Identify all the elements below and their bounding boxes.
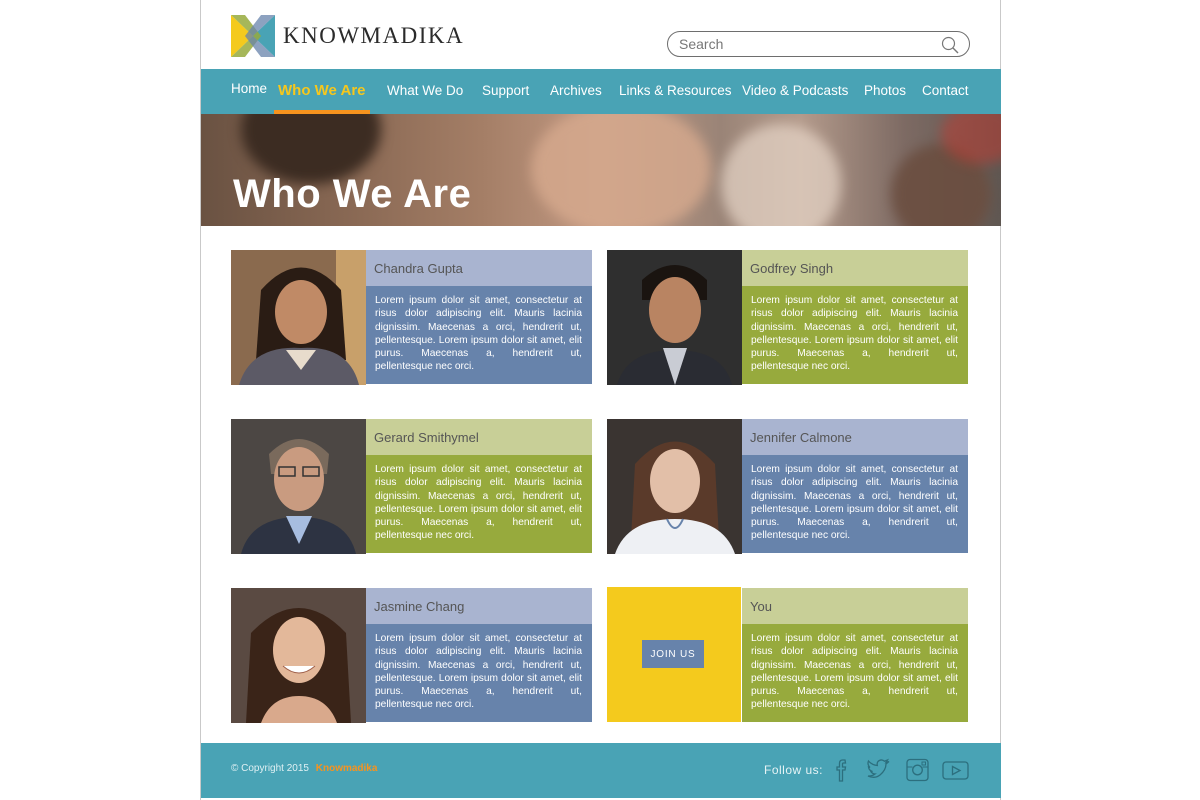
search-box xyxy=(667,31,970,57)
member-name: Jennifer Calmone xyxy=(742,419,968,455)
follow-label: Follow us: xyxy=(764,763,824,777)
nav-home[interactable]: Home xyxy=(231,67,267,112)
member-card: Jennifer Calmone Lorem ipsum dolor sit a… xyxy=(607,419,969,554)
footer: © Copyright 2015 Knowmadika Follow us: xyxy=(201,743,1001,798)
nav-who-we-are[interactable]: Who We Are xyxy=(274,69,370,114)
logo[interactable]: KNOWMADIKA xyxy=(231,15,464,57)
nav-contact[interactable]: Contact xyxy=(922,69,969,114)
nav-video-podcasts[interactable]: Video & Podcasts xyxy=(742,69,848,114)
nav-what-we-do[interactable]: What We Do xyxy=(387,69,463,114)
nav-photos[interactable]: Photos xyxy=(864,69,906,114)
member-bio: Lorem ipsum dolor sit amet, consectetur … xyxy=(742,286,968,384)
join-box: JOIN US xyxy=(607,587,741,722)
copyright-text: © Copyright 2015 xyxy=(231,763,309,774)
member-name: Jasmine Chang xyxy=(366,588,592,624)
member-name: Godfrey Singh xyxy=(742,250,968,286)
youtube-icon[interactable] xyxy=(941,757,969,783)
nav-links-resources[interactable]: Links & Resources xyxy=(619,69,732,114)
member-name: Gerard Smithymel xyxy=(366,419,592,455)
member-name: Chandra Gupta xyxy=(366,250,592,286)
search-input[interactable] xyxy=(679,35,929,53)
page-title: Who We Are xyxy=(233,172,472,216)
member-bio: Lorem ipsum dolor sit amet, consectetur … xyxy=(366,624,592,722)
member-card: Jasmine Chang Lorem ipsum dolor sit amet… xyxy=(231,588,593,723)
member-photo xyxy=(607,250,742,385)
member-photo xyxy=(231,588,366,723)
member-card: Godfrey Singh Lorem ipsum dolor sit amet… xyxy=(607,250,969,385)
page: KNOWMADIKA Home Who We Are What We Do Su… xyxy=(200,0,1001,800)
member-photo xyxy=(607,419,742,554)
nav-archives[interactable]: Archives xyxy=(550,69,602,114)
header: KNOWMADIKA xyxy=(201,0,1001,69)
member-photo xyxy=(231,250,366,385)
hero-banner: Who We Are xyxy=(201,114,1001,226)
brand-name: KNOWMADIKA xyxy=(283,23,465,48)
member-bio: Lorem ipsum dolor sit amet, consectetur … xyxy=(742,624,968,722)
member-photo xyxy=(231,419,366,554)
join-card: JOIN US You Lorem ipsum dolor sit amet, … xyxy=(607,587,969,723)
footer-brand-link[interactable]: Knowmadika xyxy=(316,763,378,774)
member-name: You xyxy=(742,588,968,624)
member-bio: Lorem ipsum dolor sit amet, consectetur … xyxy=(366,455,592,553)
nav-support[interactable]: Support xyxy=(482,69,529,114)
search-icon[interactable] xyxy=(941,36,959,54)
knowmadika-logo-icon xyxy=(231,15,275,57)
instagram-icon[interactable] xyxy=(903,757,931,783)
member-card: Chandra Gupta Lorem ipsum dolor sit amet… xyxy=(231,250,593,385)
join-us-button[interactable]: JOIN US xyxy=(642,640,704,668)
copyright: © Copyright 2015 Knowmadika xyxy=(231,763,377,774)
member-bio: Lorem ipsum dolor sit amet, consectetur … xyxy=(742,455,968,553)
twitter-icon[interactable] xyxy=(865,757,893,783)
facebook-icon[interactable] xyxy=(829,757,857,783)
member-bio: Lorem ipsum dolor sit amet, consectetur … xyxy=(366,286,592,384)
main-nav: Home Who We Are What We Do Support Archi… xyxy=(201,69,1001,114)
member-card: Gerard Smithymel Lorem ipsum dolor sit a… xyxy=(231,419,593,554)
